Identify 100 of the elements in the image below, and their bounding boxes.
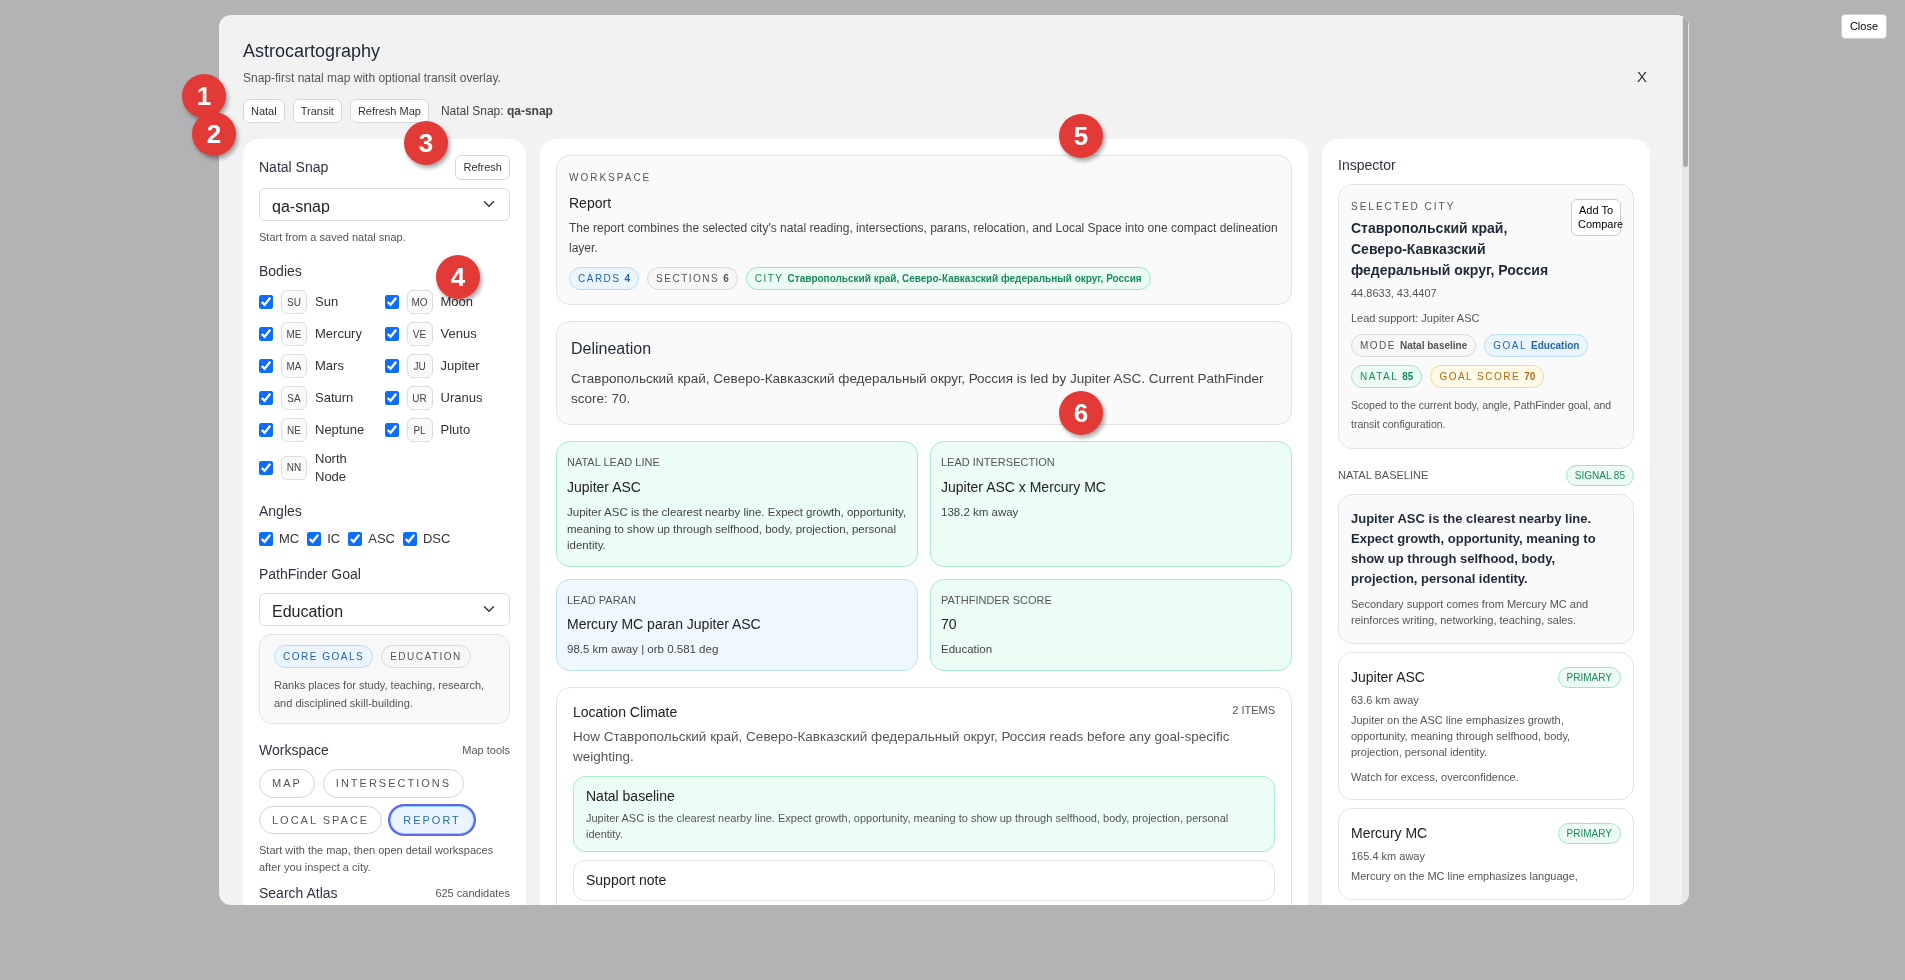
card-text: 138.2 km away (941, 504, 1020, 520)
modal-subtitle: Snap-first natal map with optional transit overlay. (243, 69, 501, 87)
line-title: Jupiter ASC (1351, 668, 1425, 688)
section-title: Workspace (259, 741, 329, 761)
section-title: Angles (259, 502, 302, 522)
body-code: NE (281, 418, 307, 443)
card-title: 70 (941, 615, 958, 635)
section-title: PathFinder Goal (259, 564, 361, 584)
body-name: North Node (315, 450, 348, 486)
line-text: Jupiter on the ASC line emphasizes growth, opportunity, meaning through selfhood, body, projection, personal identity. (1351, 712, 1572, 760)
refresh-button[interactable]: Refresh (455, 155, 510, 180)
candidate-count: 625 candidates (435, 886, 510, 902)
item-text: Jupiter ASC is the clearest nearby line. Expect growth, opportunity, meaning to show up through selfhood, body, projection, personal identity. (586, 810, 1230, 842)
workspace-tab[interactable]: INTERSECTIONS (322, 769, 465, 798)
body-checkbox[interactable] (259, 391, 273, 406)
modal-title: Astrocartography (243, 41, 382, 63)
card-text: Jupiter ASC is the clearest nearby line. Expect growth, opportunity, meaning to show up through selfhood, body, projection, personal identity. (567, 504, 907, 554)
line-title: Mercury MC (1351, 824, 1428, 844)
snap-select[interactable]: qa-snap (259, 187, 510, 221)
stat-chip: GOAL Education (1484, 334, 1589, 358)
stat-chip: CARDS 4 (569, 266, 640, 290)
mode-button[interactable]: Natal (243, 98, 285, 124)
goal-tag: EDUCATION (381, 644, 471, 668)
card-label: LEAD PARAN (567, 592, 637, 608)
stat-chip: CITY Ставропольский край, Северо-Кавказский федеральный округ, Россия (745, 266, 1151, 290)
body-name: Neptune (315, 421, 365, 439)
item-title: Support note (586, 871, 667, 891)
body-code: MO (406, 290, 433, 315)
angle-checkbox[interactable] (307, 531, 322, 546)
body-name: Jupiter (440, 357, 480, 375)
goal-tag: CORE GOALS (274, 644, 374, 668)
body-checkbox[interactable] (259, 460, 273, 475)
stat-chip: NATAL 85 (1351, 365, 1423, 389)
line-text: Mercury on the MC line emphasizes language, (1351, 868, 1578, 884)
body-name: Mars (315, 357, 344, 375)
body-checkbox[interactable] (259, 423, 273, 438)
mode-button[interactable]: Transit (292, 98, 342, 124)
primary-badge: PRIMARY (1557, 823, 1621, 845)
angle-checkbox[interactable] (259, 531, 273, 546)
help-text: Start from a saved natal snap. (259, 229, 406, 245)
body-checkbox[interactable] (384, 391, 399, 406)
angle-checkbox[interactable] (348, 531, 363, 546)
workspace-tab[interactable]: REPORT (390, 805, 474, 835)
body-checkbox[interactable] (384, 359, 399, 374)
body-checkbox[interactable] (384, 295, 399, 310)
section-title: Natal Snap (259, 157, 329, 177)
body-code: VE (406, 322, 433, 347)
body-code: UR (406, 386, 433, 411)
goal-select[interactable]: Education (259, 592, 510, 626)
stat-chip: SECTIONS 6 (647, 266, 738, 290)
snap-status: Natal Snap: qa-snap (440, 102, 553, 120)
baseline-text: Secondary support comes from Mercury MC and reinforces writing, networking, teaching, sales. (1351, 597, 1590, 629)
line-warning: Watch for excess, overconfidence. (1351, 769, 1519, 785)
lead-support: Lead support: Jupiter ASC (1351, 310, 1480, 326)
mode-button[interactable]: Refresh Map (349, 98, 429, 124)
stat-chip: GOAL SCORE 70 (1430, 365, 1545, 389)
body-checkbox[interactable] (384, 327, 399, 342)
card-label: NATAL LEAD LINE (567, 455, 661, 471)
goal-description: Ranks places for study, teaching, research, and disciplined skill-building. (274, 677, 486, 712)
primary-badge: PRIMARY (1557, 667, 1621, 689)
body-checkbox[interactable] (259, 327, 273, 342)
body-name: Uranus (440, 389, 483, 407)
card-title: Delineation (571, 338, 653, 359)
card-title: Jupiter ASC (567, 477, 642, 497)
coordinates: 44.8633, 43.4407 (1351, 286, 1437, 302)
body-code: SA (281, 386, 307, 411)
body-code: SU (281, 290, 307, 315)
close-button[interactable]: X (1631, 65, 1653, 90)
card-label: LEAD INTERSECTION (941, 455, 1056, 471)
body-checkbox[interactable] (259, 295, 273, 310)
scrollbar[interactable] (1682, 15, 1689, 905)
angle-name: IC (327, 530, 341, 548)
body-code: JU (406, 354, 433, 379)
body-code: MA (281, 354, 307, 379)
city-name: Ставропольский край, Северо-Кавказский федеральный округ, Россия (1351, 219, 1550, 281)
baseline-headline: Jupiter ASC is the clearest nearby line. Expect growth, opportunity, meaning to show up through selfhood, body, projection, personal identity. (1351, 509, 1597, 589)
angle-name: ASC (368, 530, 395, 548)
card-eyebrow: WORKSPACE (569, 171, 652, 186)
workspace-tab[interactable]: MAP (259, 769, 315, 798)
card-note: Scoped to the current body, angle, PathFinder goal, and transit configuration. (1351, 398, 1613, 432)
body-code: ME (281, 322, 307, 347)
angle-name: MC (279, 530, 300, 548)
section-label: NATAL BASELINE (1338, 468, 1429, 484)
angle-checkbox[interactable] (402, 531, 417, 546)
card-title: Location Climate (573, 703, 678, 723)
workspace-tab[interactable]: LOCAL SPACE (259, 805, 383, 835)
item-title: Natal baseline (586, 786, 675, 806)
close-button[interactable]: Close (1840, 14, 1887, 39)
body-code: NN (281, 455, 307, 480)
body-checkbox[interactable] (384, 423, 399, 438)
card-title: Mercury MC paran Jupiter ASC (567, 615, 762, 635)
card-text: Education (941, 642, 994, 658)
signal-badge: SIGNAL 85 (1565, 464, 1634, 486)
compare-button[interactable]: Add To Compare (1571, 199, 1621, 236)
map-tools-link[interactable]: Map tools (462, 742, 510, 759)
card-label: PATHFINDER SCORE (941, 592, 1053, 608)
card-eyebrow: SELECTED CITY (1351, 200, 1456, 215)
body-code: PL (406, 418, 433, 443)
item-count: 2 ITEMS (1232, 703, 1275, 719)
body-checkbox[interactable] (259, 359, 273, 374)
